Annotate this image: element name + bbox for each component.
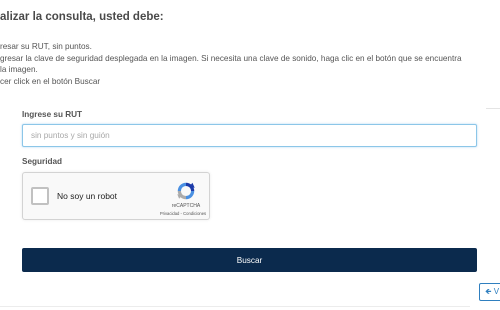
instruction-line: la imagen.	[0, 65, 38, 74]
rut-input[interactable]	[22, 124, 477, 147]
back-button-label: V	[493, 287, 500, 296]
recaptcha-brand: reCAPTCHA	[171, 203, 201, 209]
instruction-line: gresar la clave de seguridad desplegada …	[0, 53, 462, 63]
recaptcha-links[interactable]: Privacidad - Condiciones	[155, 211, 211, 216]
recaptcha-checkbox-label: No soy un robot	[57, 191, 118, 201]
consulta-page: alizar la consulta, usted debe: resar su…	[0, 0, 500, 310]
divider	[486, 108, 500, 109]
instructions-list: resar su RUT, sin puntos. gresar la clav…	[0, 41, 500, 87]
back-button[interactable]: 🡸 V	[479, 283, 500, 301]
security-label: Seguridad	[22, 157, 63, 166]
recaptcha-widget: No soy un robot reCAPTCHA Privacidad - C…	[22, 172, 210, 220]
rut-label: Ingrese su RUT	[22, 110, 83, 119]
instruction-line: resar su RUT, sin puntos.	[0, 42, 92, 51]
arrow-left-icon: 🡸	[485, 287, 492, 296]
page-heading: alizar la consulta, usted debe:	[0, 11, 164, 23]
instruction-line: cer click en el botón Buscar	[0, 76, 101, 86]
recaptcha-logo-icon	[177, 182, 195, 200]
recaptcha-checkbox[interactable]	[31, 187, 49, 205]
search-button[interactable]: Buscar	[22, 248, 477, 272]
divider	[0, 306, 470, 307]
